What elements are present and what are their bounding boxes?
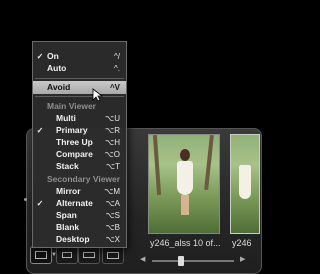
menu-separator — [35, 96, 124, 97]
person-legs — [181, 195, 189, 215]
dual-display-icon — [35, 251, 47, 259]
view-button-filmstrip[interactable] — [56, 246, 78, 264]
filmstrip-scrollbar[interactable]: ◀ ▶ — [140, 255, 250, 267]
thumbnail-caption: y246 — [232, 238, 252, 248]
palm-trunk — [152, 135, 162, 196]
secondary-viewer-header: Secondary Viewer — [47, 174, 121, 184]
filmstrip-icon — [62, 252, 72, 258]
main-viewer-header: Main Viewer — [47, 101, 96, 111]
menu-item-auto[interactable]: Auto ^. — [33, 62, 126, 75]
scroll-right-icon[interactable]: ▶ — [240, 255, 245, 263]
scroll-track[interactable] — [152, 260, 234, 262]
menu-item-avoid[interactable]: Avoid ^V — [33, 81, 126, 94]
viewer-menu: ✓ On ^/ Auto ^. Avoid ^V Main Viewer Mul… — [32, 41, 127, 248]
grid-icon — [83, 252, 95, 258]
person-dress — [177, 161, 193, 195]
scroll-thumb[interactable] — [178, 256, 184, 266]
thumbnail-2[interactable] — [230, 134, 260, 234]
menu-item-stack[interactable]: Stack ⌥T — [33, 160, 126, 173]
view-button-list[interactable] — [102, 246, 124, 264]
hud-resize-dot[interactable] — [24, 198, 27, 201]
person-dress — [239, 165, 251, 199]
menu-item-desktop[interactable]: Desktop ⌥X — [33, 233, 126, 246]
menu-separator — [35, 78, 124, 79]
person-head — [180, 149, 190, 161]
palm-trunk — [204, 135, 214, 191]
mouse-pointer-icon — [92, 88, 104, 102]
view-button-grid[interactable] — [78, 246, 100, 264]
thumbnail-caption: y246_alss 10 of... — [150, 238, 220, 248]
list-icon — [107, 251, 119, 259]
thumbnail-1[interactable] — [148, 134, 220, 234]
scroll-left-icon[interactable]: ◀ — [140, 255, 145, 263]
viewer-mode-button[interactable] — [30, 246, 52, 264]
